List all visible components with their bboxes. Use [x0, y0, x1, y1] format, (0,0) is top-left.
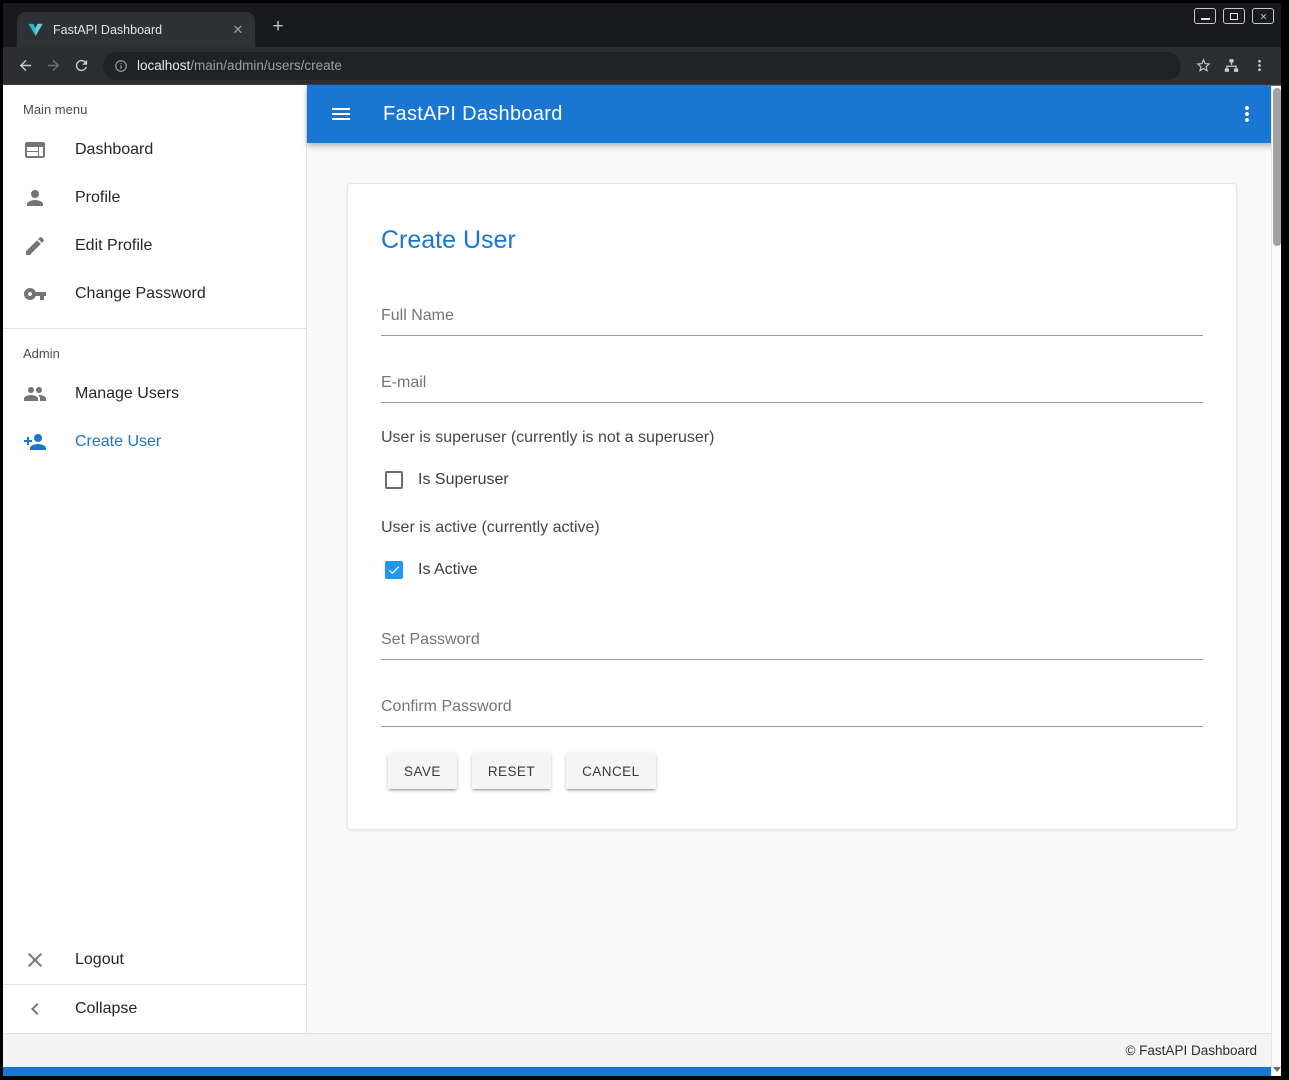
maximize-icon: [1230, 13, 1238, 20]
window-controls: [1194, 8, 1274, 24]
full-name-input[interactable]: [381, 301, 1203, 336]
sidebar-item-label: Change Password: [75, 285, 206, 303]
sidebar-item-label: Profile: [75, 189, 120, 207]
forward-button[interactable]: [39, 52, 67, 80]
sidebar-item-create-user[interactable]: Create User: [3, 418, 306, 466]
pencil-icon: [23, 234, 47, 258]
form-actions: SAVE RESET CANCEL: [381, 753, 1203, 789]
back-button[interactable]: [11, 52, 39, 80]
browser-toolbar: localhost/main/admin/users/create: [3, 47, 1281, 85]
is-active-checkbox-row[interactable]: Is Active: [381, 561, 1203, 579]
window-maximize-button[interactable]: [1223, 8, 1245, 24]
appbar-menu-button[interactable]: [1227, 94, 1267, 134]
site-info-icon[interactable]: [114, 59, 128, 73]
sidebar-item-label: Manage Users: [75, 385, 179, 403]
url-text: localhost/main/admin/users/create: [137, 58, 342, 73]
set-password-input[interactable]: [381, 625, 1203, 660]
sidebar-item-label: Collapse: [75, 1000, 137, 1018]
hamburger-icon: [329, 102, 353, 126]
content-area: Create User User is superuser (currently…: [307, 143, 1281, 1033]
sidebar-item-dashboard[interactable]: Dashboard: [3, 126, 306, 174]
is-superuser-label: Is Superuser: [418, 471, 509, 489]
save-button[interactable]: SAVE: [388, 753, 457, 789]
address-bar[interactable]: localhost/main/admin/users/create: [103, 52, 1181, 80]
browser-menu-button[interactable]: [1245, 52, 1273, 80]
superuser-hint: User is superuser (currently is not a su…: [381, 429, 1203, 447]
reload-button[interactable]: [67, 52, 95, 80]
sidebar-item-collapse[interactable]: Collapse: [3, 985, 306, 1033]
is-active-checkbox[interactable]: [385, 561, 403, 579]
sidebar-item-label: Create User: [75, 433, 161, 451]
key-icon: [23, 282, 47, 306]
is-active-label: Is Active: [418, 561, 478, 579]
cancel-button[interactable]: CANCEL: [566, 753, 655, 789]
person-add-icon: [23, 430, 47, 454]
sidebar-item-label: Edit Profile: [75, 237, 152, 255]
create-user-card: Create User User is superuser (currently…: [347, 183, 1237, 830]
window-minimize-button[interactable]: [1194, 8, 1216, 24]
active-hint: User is active (currently active): [381, 519, 1203, 537]
reset-button[interactable]: RESET: [472, 753, 551, 789]
bookmark-star-button[interactable]: [1189, 52, 1217, 80]
footer-bar: © FastAPI Dashboard: [3, 1033, 1281, 1067]
logout-x-icon: [23, 948, 47, 972]
scrollbar-down-arrow[interactable]: [1273, 1067, 1281, 1072]
sidebar-item-manage-users[interactable]: Manage Users: [3, 370, 306, 418]
person-icon: [23, 186, 47, 210]
close-icon: [1259, 12, 1268, 21]
dashboard-icon: [23, 138, 47, 162]
tab-title: FastAPI Dashboard: [53, 23, 229, 37]
new-tab-button[interactable]: +: [263, 13, 293, 41]
back-arrow-icon: [17, 57, 34, 74]
app-bar: FastAPI Dashboard: [307, 85, 1281, 143]
page-title: Create User: [381, 226, 1203, 255]
url-path: /main/admin/users/create: [190, 58, 342, 73]
browser-window: FastAPI Dashboard ✕ + localhost/main/adm…: [3, 3, 1281, 1076]
sidebar-item-profile[interactable]: Profile: [3, 174, 306, 222]
sidebar-item-label: Dashboard: [75, 141, 153, 159]
sidebar: Main menu Dashboard Profile Edit Profile: [3, 85, 307, 1033]
tab-close-icon[interactable]: ✕: [229, 21, 247, 39]
sidebar-section-main-menu: Main menu: [3, 85, 306, 126]
kebab-menu-icon: [1251, 57, 1268, 74]
extension-sitemap-button[interactable]: [1217, 52, 1245, 80]
sidebar-item-label: Logout: [75, 951, 124, 969]
fastapi-dashboard-favicon: [27, 21, 44, 38]
chevron-left-icon: [23, 997, 47, 1021]
reload-icon: [73, 57, 90, 74]
scrollbar-thumb[interactable]: [1273, 88, 1281, 246]
sidebar-spacer: [3, 466, 306, 936]
is-superuser-checkbox[interactable]: [385, 471, 403, 489]
browser-tab-bar: FastAPI Dashboard ✕ +: [3, 3, 1281, 47]
is-superuser-checkbox-row[interactable]: Is Superuser: [381, 471, 1203, 489]
people-icon: [23, 382, 47, 406]
page-body: Main menu Dashboard Profile Edit Profile: [3, 85, 1281, 1033]
confirm-password-input[interactable]: [381, 692, 1203, 727]
email-input[interactable]: [381, 368, 1203, 403]
minimize-icon: [1201, 18, 1210, 20]
sidebar-item-logout[interactable]: Logout: [3, 936, 306, 984]
kebab-menu-icon: [1235, 102, 1259, 126]
window-close-button[interactable]: [1252, 8, 1274, 24]
main-column: FastAPI Dashboard Create User User is su…: [307, 85, 1281, 1033]
footer-accent-strip: [3, 1067, 1281, 1076]
url-host: localhost: [137, 58, 190, 73]
browser-tab[interactable]: FastAPI Dashboard ✕: [17, 12, 255, 47]
page-scrollbar[interactable]: [1271, 86, 1281, 1076]
footer-copyright: © FastAPI Dashboard: [1125, 1043, 1257, 1058]
hamburger-menu-button[interactable]: [321, 94, 361, 134]
appbar-title: FastAPI Dashboard: [383, 103, 1227, 126]
sidebar-item-edit-profile[interactable]: Edit Profile: [3, 222, 306, 270]
sidebar-item-change-password[interactable]: Change Password: [3, 270, 306, 318]
checkmark-icon: [387, 563, 401, 577]
star-icon: [1195, 57, 1212, 74]
sitemap-icon: [1223, 57, 1240, 74]
sidebar-section-admin: Admin: [3, 329, 306, 370]
forward-arrow-icon: [45, 57, 62, 74]
